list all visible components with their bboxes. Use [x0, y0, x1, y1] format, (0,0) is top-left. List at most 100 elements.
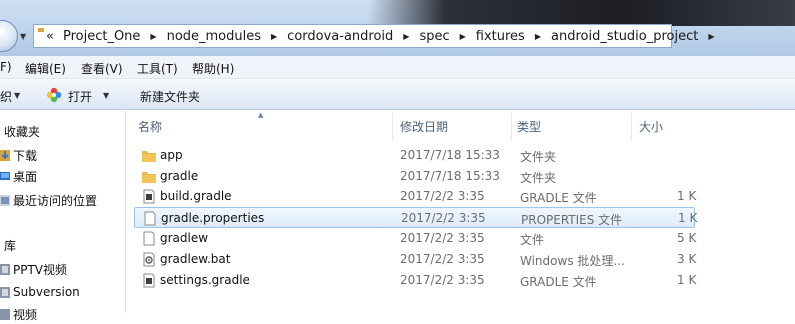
menu-view[interactable]: 查看(V): [81, 60, 123, 77]
file-name: gradlew: [160, 231, 209, 245]
breadcrumb-item[interactable]: Project_One: [61, 29, 142, 44]
window-titlebar: ▼ « Project_One ▶ node_modules ▶ cordova…: [0, 0, 795, 56]
folder-icon: [142, 169, 156, 184]
command-toolbar: 织 ▼ 打开 ▼ 新建文件夹: [0, 80, 795, 110]
breadcrumb-item[interactable]: fixtures: [474, 29, 527, 44]
new-folder-button[interactable]: 新建文件夹: [140, 88, 200, 105]
column-divider[interactable]: [511, 113, 512, 141]
file-size: 3 K: [677, 252, 697, 266]
organize-button[interactable]: 织: [0, 88, 12, 105]
breadcrumb-arrow-icon[interactable]: ▶: [403, 32, 409, 41]
file-type: Windows 批处理...: [520, 254, 625, 268]
file-name: gradle.properties: [161, 211, 265, 225]
file-size: 1 K: [677, 189, 697, 203]
file-row[interactable]: build.gradle 2017/2/2 3:35 GRADLE 文件 1 K: [134, 186, 697, 207]
nav-subversion-label: Subversion: [13, 285, 80, 299]
breadcrumb-item[interactable]: spec: [417, 29, 451, 44]
column-divider[interactable]: [631, 113, 632, 141]
file-type: 文件夹: [520, 171, 557, 185]
file-row[interactable]: gradle.properties 2017/2/2 3:35 PROPERTIES…: [134, 207, 698, 228]
file-date-modified: 2017/2/2 3:35: [400, 189, 485, 203]
nav-favorites[interactable]: 收藏夹: [0, 121, 40, 141]
open-with-icon: [46, 87, 62, 103]
gradle-file-icon: [142, 189, 156, 204]
file-name: settings.gradle: [160, 273, 250, 287]
organize-dropdown-icon[interactable]: ▼: [14, 91, 20, 100]
menu-bar: F) 编辑(E) 查看(V) 工具(T) 帮助(H): [0, 56, 795, 79]
file-date-modified: 2017/2/2 3:35: [400, 273, 485, 287]
file-name: gradle: [160, 169, 199, 183]
file-size: 1 K: [678, 211, 698, 225]
blank-file-icon: [143, 211, 157, 226]
breadcrumb-item[interactable]: node_modules: [165, 29, 263, 44]
file-type: GRADLE 文件: [520, 275, 597, 289]
breadcrumb-arrow-icon[interactable]: ▶: [460, 32, 466, 41]
breadcrumb-arrow-icon[interactable]: ▶: [535, 32, 541, 41]
nav-pptv-label: PPTV视频: [13, 262, 68, 277]
batch-file-icon: [142, 252, 156, 267]
library-icon: [0, 287, 10, 298]
file-type: GRADLE 文件: [520, 191, 597, 205]
nav-libraries[interactable]: 库: [0, 235, 16, 255]
file-row[interactable]: app 2017/7/18 15:33 文件夹: [134, 145, 695, 166]
column-header-type[interactable]: 类型: [517, 115, 541, 137]
file-row[interactable]: gradlew 2017/2/2 3:35 文件 5 K: [134, 228, 696, 249]
column-header-size[interactable]: 大小: [639, 115, 663, 137]
breadcrumb-arrow-icon[interactable]: ▶: [708, 32, 714, 41]
file-date-modified: 2017/2/2 3:35: [401, 211, 486, 225]
nav-libraries-label: 库: [4, 238, 17, 253]
file-type: 文件夹: [520, 150, 557, 164]
back-button[interactable]: [0, 20, 18, 52]
folder-icon: [142, 148, 156, 163]
nav-video[interactable]: 视频: [0, 304, 37, 324]
menu-tools[interactable]: 工具(T): [137, 60, 178, 77]
file-date-modified: 2017/2/2 3:35: [400, 231, 485, 245]
menu-file[interactable]: F): [0, 60, 12, 74]
file-name: app: [160, 148, 183, 162]
column-header-date[interactable]: 修改日期: [400, 115, 448, 137]
breadcrumb-item[interactable]: android_studio_project: [549, 29, 700, 44]
file-list: ▲ 名称 修改日期 类型 大小 app 2017/7/18 15:33 文件夹 gra…: [127, 111, 795, 313]
breadcrumb-item[interactable]: cordova-android: [285, 29, 395, 44]
nav-desktop-label: 桌面: [13, 169, 38, 184]
nav-desktop[interactable]: 桌面: [0, 166, 37, 186]
desktop-icon: [0, 172, 10, 180]
nav-downloads[interactable]: 下载: [0, 145, 37, 165]
navigation-pane: 收藏夹 下载 桌面 最近访问的位置 库 PPTV视频 Subversion 视频: [0, 111, 126, 322]
file-size: 1 K: [677, 273, 697, 287]
file-row[interactable]: settings.gradle 2017/2/2 3:35 GRADLE 文件 1 K: [134, 270, 697, 291]
recent-places-icon: [0, 195, 10, 206]
file-date-modified: 2017/2/2 3:35: [400, 252, 485, 266]
column-header-name[interactable]: 名称: [138, 115, 162, 137]
nav-recent-places[interactable]: 最近访问的位置: [0, 190, 97, 210]
address-bar[interactable]: « Project_One ▶ node_modules ▶ cordova-a…: [33, 24, 715, 48]
recent-pages-dropdown-icon[interactable]: ▼: [20, 32, 26, 41]
breadcrumb-arrow-icon[interactable]: ▶: [271, 32, 277, 41]
breadcrumb-arrow-icon[interactable]: ▶: [150, 32, 156, 41]
gradle-file-icon: [142, 273, 156, 288]
file-row[interactable]: gradle 2017/7/18 15:33 文件夹: [134, 166, 695, 187]
column-divider[interactable]: [392, 113, 393, 141]
file-date-modified: 2017/7/18 15:33: [400, 169, 500, 183]
overflow-chevron-icon[interactable]: «: [46, 29, 54, 44]
sort-ascending-icon: ▲: [258, 111, 264, 119]
menu-help[interactable]: 帮助(H): [192, 60, 234, 77]
open-dropdown-icon[interactable]: ▼: [103, 91, 109, 100]
background-desktop-strip: [368, 0, 795, 26]
menu-edit[interactable]: 编辑(E): [25, 60, 66, 77]
nav-recent-places-label: 最近访问的位置: [13, 193, 98, 208]
video-library-icon: [0, 309, 10, 320]
file-name: build.gradle: [160, 189, 232, 203]
nav-favorites-label: 收藏夹: [4, 124, 41, 139]
file-type: PROPERTIES 文件: [521, 213, 623, 227]
file-row[interactable]: gradlew.bat 2017/2/2 3:35 Windows 批处理... 3 …: [134, 249, 697, 270]
library-icon: [0, 264, 10, 275]
nav-downloads-label: 下载: [13, 148, 38, 163]
file-date-modified: 2017/7/18 15:33: [400, 148, 500, 162]
file-name: gradlew.bat: [160, 252, 231, 266]
open-button[interactable]: 打开: [68, 88, 92, 105]
file-type: 文件: [520, 233, 545, 247]
nav-video-label: 视频: [13, 307, 38, 322]
nav-pptv-video[interactable]: PPTV视频: [0, 259, 67, 279]
nav-subversion[interactable]: Subversion: [0, 282, 80, 302]
